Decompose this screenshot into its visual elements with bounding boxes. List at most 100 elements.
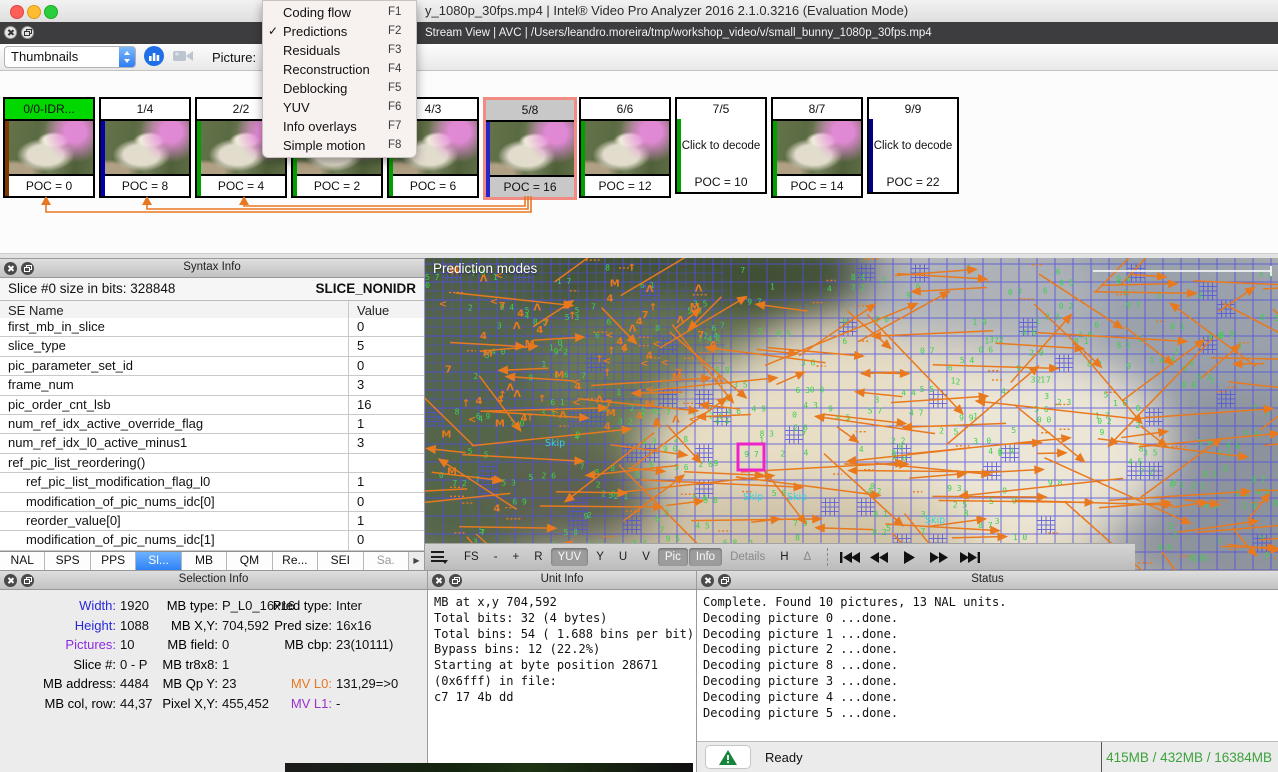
svg-text:7 2: 7 2: [1140, 467, 1155, 476]
restore-icon[interactable]: [21, 574, 34, 587]
thumbnail-1/4[interactable]: 1/4POC = 8: [99, 97, 191, 198]
pred-button-u[interactable]: U: [612, 548, 634, 566]
view-mode-select[interactable]: Thumbnails: [4, 46, 136, 68]
menu-item-reconstruction[interactable]: ReconstructionF4: [263, 60, 416, 79]
close-icon[interactable]: [4, 262, 17, 275]
svg-text:4: 4: [606, 293, 613, 304]
pred-button-info[interactable]: Info: [689, 548, 722, 566]
se-value: 3: [348, 434, 424, 452]
skip-start-button[interactable]: [837, 548, 863, 566]
menu-item-yuv[interactable]: YUVF6: [263, 98, 416, 117]
menu-item-deblocking[interactable]: DeblockingF5: [263, 79, 416, 98]
pred-button-h[interactable]: H: [773, 548, 795, 566]
skip-end-button[interactable]: [957, 548, 983, 566]
syntax-row-slice_type[interactable]: slice_type 5: [0, 337, 424, 356]
syntax-row-ref_pic_list_modification_flag_l0[interactable]: ref_pic_list_modification_flag_l01: [0, 473, 424, 492]
close-window-button[interactable]: [10, 5, 24, 19]
fast-forward-button[interactable]: [927, 548, 953, 566]
pred-button-pic[interactable]: Pic: [658, 548, 688, 566]
close-icon[interactable]: [701, 574, 714, 587]
syntax-row-modification_of_pic_nums_idc[0][interactable]: modification_of_pic_nums_idc[0]0: [0, 493, 424, 512]
restore-icon[interactable]: [21, 262, 34, 275]
pred-button-yuv[interactable]: YUV: [551, 548, 589, 566]
menu-item-info-overlays[interactable]: Info overlaysF7: [263, 117, 416, 136]
svg-text:9 7: 9 7: [1126, 301, 1141, 310]
tab-Re[interactable]: Re...: [273, 552, 318, 570]
syntax-row-frame_num[interactable]: frame_num3: [0, 376, 424, 395]
thumbnail-8/7[interactable]: 8/7POC = 14: [771, 97, 863, 198]
minimize-window-button[interactable]: [27, 5, 41, 19]
click-to-decode-label[interactable]: Click to decode: [869, 119, 957, 172]
menu-item-predictions[interactable]: ✓PredictionsF2: [263, 22, 416, 41]
svg-text:<: <: [572, 397, 580, 408]
menu-item-residuals[interactable]: ResidualsF3: [263, 41, 416, 60]
svg-text:2: 2: [473, 372, 478, 381]
svg-text:<: <: [490, 297, 498, 308]
svg-text:8 2: 8 2: [1116, 341, 1131, 350]
click-to-decode-label[interactable]: Click to decode: [677, 119, 765, 172]
se-name: slice_type: [0, 338, 66, 353]
se-value: 5: [348, 337, 424, 355]
svg-text:2: 2: [1168, 522, 1173, 531]
tab-MB[interactable]: MB: [182, 552, 227, 570]
play-button[interactable]: [897, 548, 923, 566]
menu-item-coding-flow[interactable]: Coding flowF1: [263, 3, 416, 22]
close-icon[interactable]: [432, 574, 445, 587]
zoom-window-button[interactable]: [44, 5, 58, 19]
menu-item-shortcut: F2: [388, 22, 416, 41]
restore-icon[interactable]: [21, 26, 34, 39]
rewind-button[interactable]: [867, 548, 893, 566]
pred-button-r[interactable]: R: [527, 548, 549, 566]
tab-Sl[interactable]: Sl...: [136, 552, 181, 570]
svg-text:4 6: 4 6: [1022, 329, 1037, 338]
pred-button-v[interactable]: V: [635, 548, 657, 566]
syntax-row-ref_pic_list_reordering()[interactable]: ref_pic_list_reordering(): [0, 454, 424, 473]
tab-SPS[interactable]: SPS: [45, 552, 90, 570]
prediction-modes-view[interactable]: 2 69 49 74 663 87202 055 36 342 22 63 53…: [425, 258, 1278, 570]
checkmark-icon: [263, 136, 283, 155]
syntax-row-reorder_value[0][interactable]: reorder_value[0]1: [0, 512, 424, 531]
histogram-icon[interactable]: [144, 46, 164, 69]
close-icon[interactable]: [4, 26, 17, 39]
syntax-row-num_ref_idx_active_override_flag[interactable]: num_ref_idx_active_override_flag1: [0, 415, 424, 434]
pred-button--[interactable]: -: [487, 548, 505, 566]
thumbnail-6/6[interactable]: 6/6POC = 12: [579, 97, 671, 198]
stream-view-bar: Stream View | AVC | /Users/leandro.morei…: [0, 22, 1278, 44]
tab-SEI[interactable]: SEI: [318, 552, 363, 570]
pred-button-details[interactable]: Details: [723, 548, 772, 566]
tab-NAL[interactable]: NAL: [0, 552, 45, 570]
video-capture-icon[interactable]: [172, 48, 194, 67]
tab-PPS[interactable]: PPS: [91, 552, 136, 570]
pred-button-fs[interactable]: FS: [457, 548, 486, 566]
pred-button-+[interactable]: +: [506, 548, 527, 566]
thumbnail-0/0-IDR...[interactable]: 0/0-IDR...POC = 0: [3, 97, 95, 198]
field-label: Pred size:: [224, 616, 332, 636]
close-icon[interactable]: [4, 574, 17, 587]
syntax-row-pic_order_cnt_lsb[interactable]: pic_order_cnt_lsb16: [0, 396, 424, 415]
restore-icon[interactable]: [718, 574, 731, 587]
pred-button-δ[interactable]: Δ: [797, 548, 819, 566]
syntax-row-pic_parameter_set_id[interactable]: pic_parameter_set_id0: [0, 357, 424, 376]
field-label: MB X,Y:: [122, 616, 218, 636]
warning-button[interactable]: [705, 745, 751, 769]
syntax-row-num_ref_idx_l0_active_minus1[interactable]: num_ref_idx_l0_active_minus13: [0, 434, 424, 453]
svg-text:2 8: 2 8: [674, 435, 689, 444]
unit-info-panel: Unit Info MB at x,y 704,592 Total bits: …: [428, 570, 697, 772]
thumbnail-7/5[interactable]: 7/5Click to decodePOC = 10: [675, 97, 767, 194]
tab-scroll-right-button[interactable]: ▶: [409, 552, 424, 570]
svg-text:4: 4: [574, 381, 581, 392]
prediction-overlay-canvas[interactable]: 2 69 49 74 663 87202 055 36 342 22 63 53…: [425, 258, 1278, 570]
thumbnail-5/8[interactable]: 5/8POC = 16: [483, 97, 577, 200]
syntax-row-first_mb_in_slice[interactable]: first_mb_in_slice0: [0, 318, 424, 337]
tab-QM[interactable]: QM: [227, 552, 272, 570]
unit-info-text: MB at x,y 704,592 Total bits: 32 (4 byte…: [428, 590, 696, 711]
svg-text:Λ: Λ: [695, 283, 703, 294]
pred-button-y[interactable]: Y: [589, 548, 611, 566]
syntax-row-modification_of_pic_nums_idc[1][interactable]: modification_of_pic_nums_idc[1]0: [0, 531, 424, 550]
restore-icon[interactable]: [449, 574, 462, 587]
menu-hamburger-icon[interactable]: [431, 550, 448, 564]
menu-item-simple-motion[interactable]: Simple motionF8: [263, 136, 416, 155]
tab-Sa[interactable]: Sa.: [364, 552, 409, 570]
poc-label: POC = 22: [869, 172, 957, 192]
thumbnail-9/9[interactable]: 9/9Click to decodePOC = 22: [867, 97, 959, 194]
